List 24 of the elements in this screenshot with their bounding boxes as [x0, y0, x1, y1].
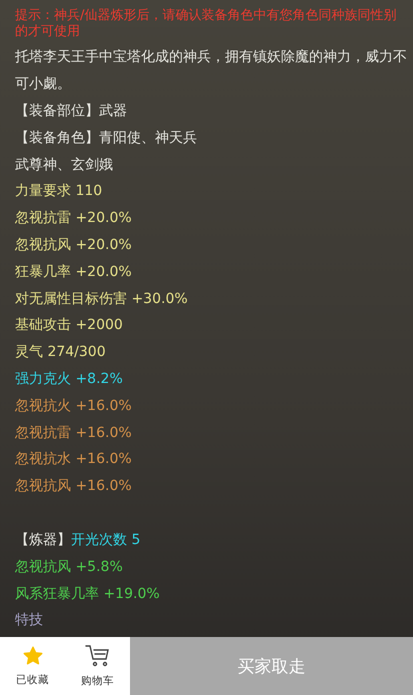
attribute-text: 特技 [15, 611, 43, 630]
attribute-text: 【炼器】 [15, 530, 71, 550]
attribute-text: 忽视抗雷 +20.0% [15, 209, 132, 228]
attribute-text: 【装备部位】武器 [15, 102, 127, 121]
attribute-text: 武尊神、玄剑娥 [15, 156, 113, 175]
attribute-text: 忽视抗风 +20.0% [15, 236, 132, 255]
warning-notice: 提示：神兵/仙器炼形后，请确认装备角色中有您角色同种族同性别的才可使用 [15, 8, 398, 40]
attribute-text: 开光次数 5 [71, 530, 140, 550]
attribute-text: 忽视抗风 +16.0% [15, 477, 132, 496]
attribute-text: 忽视抗雷 +16.0% [15, 424, 132, 443]
attribute-text: 力量要求 110 [15, 182, 102, 202]
attribute-text: 强力克火 +8.2% [15, 370, 123, 389]
attribute-text: 忽视抗火 +16.0% [15, 396, 132, 416]
attribute-text: 忽视抗风 +5.8% [15, 558, 123, 577]
attribute-text: 灵气 274/300 [15, 343, 106, 362]
attribute-text: 风系狂暴几率 +19.0% [15, 584, 160, 604]
attribute-text: 基础攻击 +2000 [15, 316, 123, 336]
attribute-text: 对无属性目标伤害 +30.0% [15, 290, 188, 309]
attribute-text: 【装备角色】青阳使、神天兵 [15, 128, 197, 148]
shopping-cart-icon [84, 644, 110, 668]
attribute-text: 忽视抗水 +16.0% [15, 450, 132, 470]
star-icon [22, 645, 44, 667]
item-description: 托塔李天王手中宝塔化成的神兵，拥有镇妖除魔的神力，威力不可小觑。 [15, 48, 408, 94]
attribute-text: 狂暴几率 +20.0% [15, 262, 132, 282]
